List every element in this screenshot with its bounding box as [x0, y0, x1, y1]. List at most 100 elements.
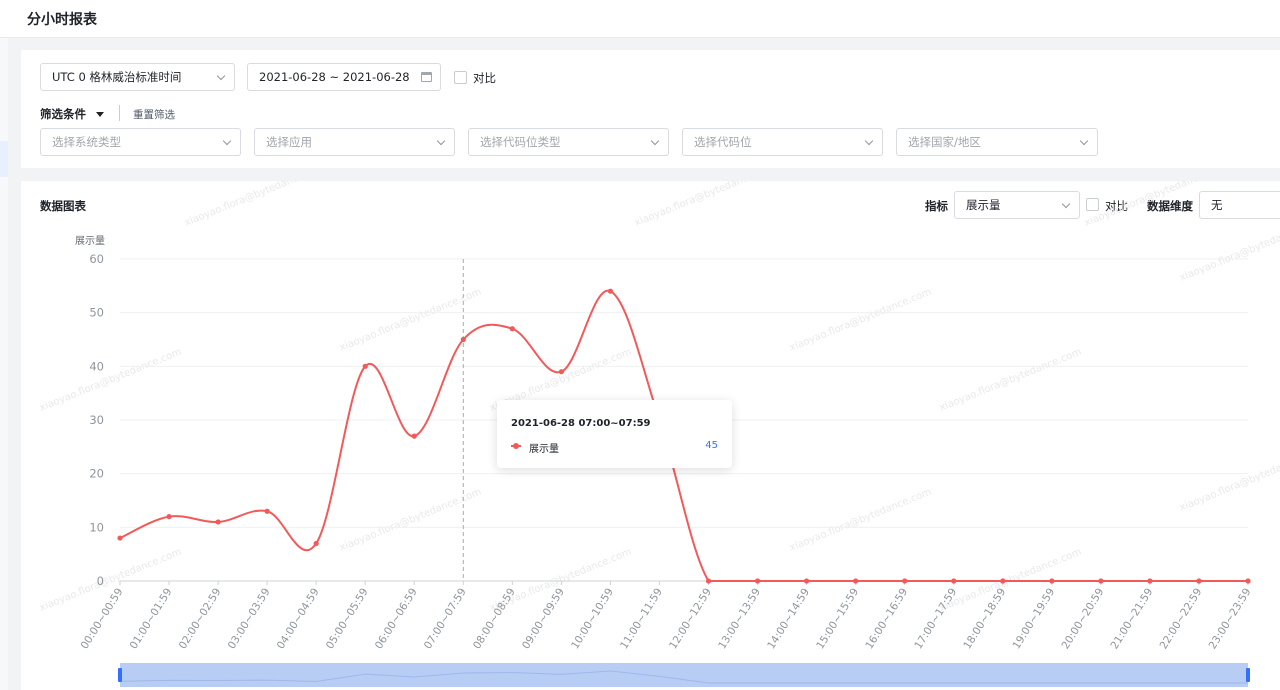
x-tick-label: 02:00~02:59 — [177, 586, 224, 651]
data-point[interactable] — [460, 336, 466, 343]
y-tick-label: 10 — [89, 520, 104, 534]
data-point[interactable] — [166, 514, 172, 520]
datazoom-handle-left[interactable] — [118, 668, 122, 682]
watermark-text: xiaoyao.flora@bytedance.com — [338, 287, 483, 354]
x-tick-label: 20:00~20:59 — [1059, 586, 1106, 651]
chevron-down-icon — [1079, 136, 1089, 146]
data-point[interactable] — [1098, 578, 1104, 584]
y-axis-label: 展示量 — [75, 235, 105, 247]
x-tick-label: 12:00~12:59 — [667, 586, 714, 651]
data-point[interactable] — [264, 508, 270, 514]
chevron-down-icon — [216, 71, 226, 81]
select-placeholder: 选择代码位类型 — [480, 135, 561, 149]
y-tick-label: 20 — [89, 467, 104, 481]
watermark-text: xiaoyao.flora@bytedance.com — [633, 181, 778, 229]
compare-label: 对比 — [473, 71, 496, 85]
calendar-icon — [421, 72, 432, 82]
tooltip-series-name: 展示量 — [529, 444, 559, 455]
select-placeholder: 选择国家/地区 — [908, 135, 981, 149]
ad-slot-type-select[interactable]: 选择代码位类型 — [468, 128, 669, 156]
x-tick-label: 04:00~04:59 — [275, 586, 322, 651]
tooltip-value: 45 — [705, 440, 718, 451]
page-title: 分小时报表 — [27, 12, 97, 28]
filter-panel: UTC 0 格林威治标准时间 2021-06-28 ~ 2021-06-28 对… — [21, 50, 1280, 168]
x-tick-label: 11:00~11:59 — [618, 586, 665, 651]
data-point[interactable] — [558, 369, 564, 375]
x-tick-label: 23:00~23:59 — [1207, 586, 1254, 651]
compare-checkbox[interactable] — [454, 71, 467, 84]
x-tick-label: 21:00~21:59 — [1109, 586, 1156, 651]
x-tick-label: 03:00~03:59 — [226, 586, 273, 651]
x-tick-label: 15:00~15:59 — [814, 586, 861, 651]
data-point[interactable] — [853, 578, 859, 584]
x-tick-label: 13:00~13:59 — [716, 586, 763, 651]
x-tick-label: 10:00~10:59 — [569, 586, 616, 651]
y-tick-label: 50 — [89, 306, 104, 320]
select-placeholder: 选择代码位 — [694, 135, 752, 149]
datazoom-handle-right[interactable] — [1246, 668, 1250, 682]
x-tick-label: 05:00~05:59 — [324, 586, 371, 651]
ad-slot-select[interactable]: 选择代码位 — [682, 128, 883, 156]
filter-toggle[interactable]: 筛选条件 — [40, 106, 86, 122]
data-point[interactable] — [705, 578, 712, 584]
y-axis-ticks: 0 10 20 30 40 50 60 — [89, 252, 104, 588]
data-point[interactable] — [1147, 578, 1153, 584]
data-point[interactable] — [362, 363, 368, 369]
select-placeholder: 选择系统类型 — [52, 135, 121, 149]
watermark-text: xiaoyao.flora@bytedance.com — [183, 181, 328, 229]
y-tick-label: 40 — [89, 359, 104, 373]
x-axis-ticks: 00:00~00:59 01:00~01:59 02:00~02:59 03:00~0… — [79, 581, 1254, 651]
data-point[interactable] — [1245, 578, 1251, 584]
caret-down-icon[interactable] — [96, 112, 104, 117]
x-tick-label: 14:00~14:59 — [765, 586, 812, 651]
data-point[interactable] — [215, 519, 221, 525]
data-point[interactable] — [1049, 578, 1055, 584]
country-region-select[interactable]: 选择国家/地区 — [896, 128, 1098, 156]
data-zoom — [118, 663, 1250, 687]
x-tick-label: 08:00~08:59 — [471, 586, 518, 651]
timezone-select[interactable]: UTC 0 格林威治标准时间 — [40, 63, 235, 91]
chevron-down-icon — [650, 136, 660, 146]
chart-panel: 数据图表 指标 展示量 对比 数据维度 无 xiaoyao.flora@byte… — [21, 181, 1280, 690]
system-type-select[interactable]: 选择系统类型 — [40, 128, 241, 156]
chart-tooltip: 2021-06-28 07:00~07:59 展示量 45 — [497, 400, 732, 468]
select-placeholder: 选择应用 — [266, 135, 312, 149]
watermark-text: xiaoyao.flora@bytedance.com — [1083, 181, 1228, 229]
x-tick-label: 01:00~01:59 — [128, 586, 175, 651]
watermark-text: xiaoyao.flora@bytedance.com — [1178, 447, 1280, 514]
watermark-text: xiaoyao.flora@bytedance.com — [938, 347, 1083, 414]
data-point[interactable] — [804, 578, 810, 584]
watermark-text: xiaoyao.flora@bytedance.com — [1178, 217, 1280, 284]
y-tick-label: 0 — [97, 574, 104, 588]
x-tick-label: 17:00~17:59 — [912, 586, 959, 651]
data-point[interactable] — [902, 578, 908, 584]
chevron-down-icon — [222, 136, 232, 146]
y-tick-label: 60 — [89, 252, 104, 266]
sidebar-strip — [0, 38, 8, 690]
data-point[interactable] — [117, 535, 123, 541]
sidebar-active-item[interactable] — [0, 141, 8, 177]
data-point[interactable] — [1196, 578, 1202, 584]
data-point[interactable] — [951, 578, 957, 584]
divider — [119, 105, 120, 121]
date-range-picker[interactable]: 2021-06-28 ~ 2021-06-28 — [247, 63, 441, 91]
data-point[interactable] — [509, 326, 515, 332]
page-header: 分小时报表 — [0, 0, 1280, 38]
y-tick-label: 30 — [89, 413, 104, 427]
x-tick-label: 16:00~16:59 — [863, 586, 910, 651]
data-point[interactable] — [411, 433, 417, 439]
data-point[interactable] — [754, 578, 761, 584]
app-select[interactable]: 选择应用 — [254, 128, 455, 156]
data-point[interactable] — [313, 540, 319, 547]
watermark-layer: xiaoyao.flora@bytedance.com xiaoyao.flora… — [38, 181, 1280, 614]
x-tick-label: 07:00~07:59 — [422, 586, 469, 651]
reset-filter-link[interactable]: 重置筛选 — [133, 107, 175, 122]
chevron-down-icon — [864, 136, 874, 146]
data-point[interactable] — [607, 288, 614, 294]
watermark-text: xiaoyao.flora@bytedance.com — [788, 487, 933, 554]
data-point[interactable] — [1000, 578, 1006, 584]
watermark-text: xiaoyao.flora@bytedance.com — [788, 287, 933, 354]
x-tick-label: 22:00~22:59 — [1158, 586, 1205, 651]
series-marker-icon — [511, 443, 521, 449]
watermark-text: xiaoyao.flora@bytedance.com — [338, 487, 483, 554]
